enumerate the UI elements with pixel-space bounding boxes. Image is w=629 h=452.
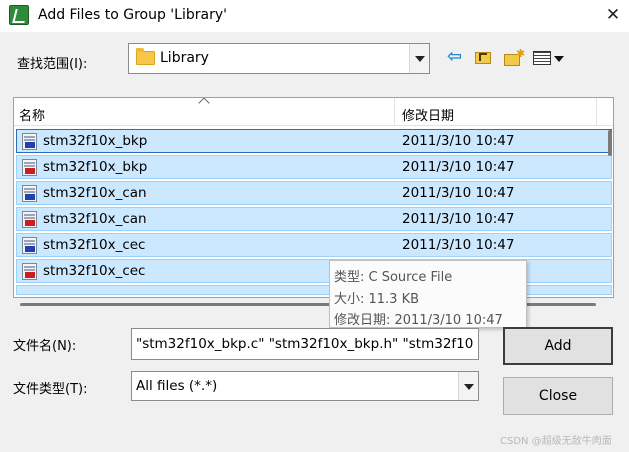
file-name: stm32f10x_bkp — [43, 133, 148, 149]
list-item[interactable]: stm32f10x_bkp 2011/3/10 10:47 — [16, 129, 612, 153]
filetype-label: 文件类型(T): — [13, 382, 88, 397]
watermark: CSDN @超级无敌牛肉面 — [500, 436, 612, 447]
tooltip-type: 类型: C Source File — [334, 270, 453, 285]
filename-label: 文件名(N): — [13, 339, 77, 354]
add-button[interactable]: Add — [503, 327, 613, 365]
file-date: 2011/3/10 10:47 — [402, 159, 515, 175]
column-header-name[interactable]: 名称 — [19, 105, 45, 124]
look-in-value: Library — [160, 50, 209, 66]
keil-app-icon — [9, 5, 29, 25]
vertical-scrollbar[interactable] — [608, 130, 612, 156]
new-folder-icon[interactable]: ✱ — [503, 47, 525, 68]
column-divider — [596, 98, 597, 126]
filename-value: "stm32f10x_bkp.c" "stm32f10x_bkp.h" "stm… — [136, 336, 474, 352]
filetype-select[interactable]: All files (*.*) — [131, 371, 479, 401]
file-name: stm32f10x_can — [43, 211, 147, 227]
folder-icon — [136, 48, 155, 65]
file-date: 2011/3/10 10:47 — [402, 211, 515, 227]
file-name: stm32f10x_can — [43, 185, 147, 201]
file-date: 2011/3/10 10:47 — [402, 237, 515, 253]
up-folder-icon[interactable] — [473, 48, 495, 68]
list-header: 名称 修改日期 — [14, 98, 613, 126]
title-bar: Add Files to Group 'Library' ✕ — [0, 0, 629, 32]
look-in-combo[interactable]: Library — [128, 43, 430, 74]
close-window-icon[interactable]: ✕ — [600, 4, 626, 26]
c-source-file-icon — [22, 133, 37, 150]
c-source-file-icon — [22, 237, 37, 254]
list-item[interactable]: stm32f10x_can 2011/3/10 10:47 — [16, 207, 612, 231]
header-file-icon — [22, 263, 37, 280]
file-name: stm32f10x_cec — [43, 263, 146, 279]
header-file-icon — [22, 159, 37, 176]
list-item[interactable]: stm32f10x_cec 2011/3/10 10:47 — [16, 233, 612, 257]
file-date: 2011/3/10 10:47 — [402, 133, 515, 149]
filetype-value: All files (*.*) — [136, 378, 218, 394]
file-info-tooltip: 类型: C Source File 大小: 11.3 KB 修改日期: 2011… — [329, 260, 527, 328]
header-file-icon — [22, 211, 37, 228]
close-button[interactable]: Close — [503, 377, 613, 415]
back-arrow-icon[interactable]: ⇦ — [447, 48, 469, 68]
window-title: Add Files to Group 'Library' — [38, 7, 227, 23]
file-date: 2011/3/10 10:47 — [402, 185, 515, 201]
tooltip-date: 修改日期: 2011/3/10 10:47 — [334, 313, 503, 328]
list-item[interactable]: stm32f10x_bkp 2011/3/10 10:47 — [16, 155, 612, 179]
tooltip-size: 大小: 11.3 KB — [334, 292, 420, 307]
file-name: stm32f10x_bkp — [43, 159, 148, 175]
column-divider[interactable] — [394, 98, 395, 126]
filename-input[interactable]: "stm32f10x_bkp.c" "stm32f10x_bkp.h" "stm… — [131, 328, 479, 360]
c-source-file-icon — [22, 185, 37, 202]
look-in-label: 查找范围(I): — [17, 57, 88, 72]
view-menu-icon[interactable] — [532, 48, 566, 68]
look-in-dropdown-button[interactable] — [409, 44, 429, 73]
filetype-dropdown-button[interactable] — [458, 372, 478, 400]
list-item[interactable]: stm32f10x_can 2011/3/10 10:47 — [16, 181, 612, 205]
file-name: stm32f10x_cec — [43, 237, 146, 253]
column-header-modified[interactable]: 修改日期 — [402, 105, 454, 124]
sort-ascending-icon — [198, 98, 210, 109]
